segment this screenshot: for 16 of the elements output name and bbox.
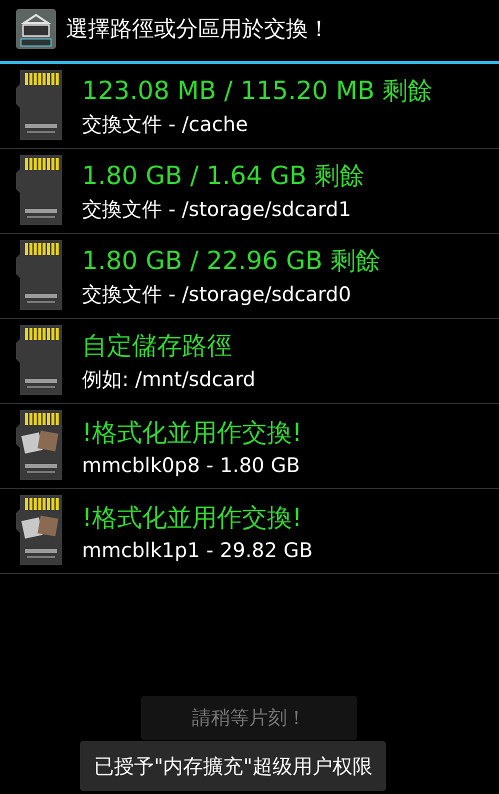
item-title[interactable]: !格式化並用作交換! (82, 416, 302, 448)
item-subtitle: mmcblk0p8 - 1.80 GB (82, 452, 301, 476)
toast-message: 請稍等片刻！ (141, 696, 357, 740)
window-title: 選擇路徑或分區用於交換！ (66, 16, 330, 44)
app-icon (16, 9, 56, 49)
item-subtitle: 例如: /mnt/sdcard (82, 366, 256, 393)
item-subtitle: 交換文件 - /storage/sdcard0 (82, 281, 352, 308)
item-title[interactable]: !格式化並用作交換! (82, 500, 313, 534)
toast-message: 已授予"内存擴充"超级用户权限 (80, 741, 386, 791)
item-title[interactable]: 自定儲存路徑 (82, 329, 256, 362)
item-title[interactable]: 1.80 GB / 1.64 GB 剩餘 (82, 159, 365, 192)
item-title[interactable]: 1.80 GB / 22.96 GB 剩餘 (82, 244, 380, 277)
item-subtitle: mmcblk1p1 - 29.82 GB (82, 538, 313, 562)
item-title[interactable]: 123.08 MB / 115.20 MB 剩餘 (82, 74, 433, 107)
item-subtitle: 交換文件 - /cache (82, 111, 249, 138)
item-subtitle: 交換文件 - /storage/sdcard1 (82, 196, 352, 223)
